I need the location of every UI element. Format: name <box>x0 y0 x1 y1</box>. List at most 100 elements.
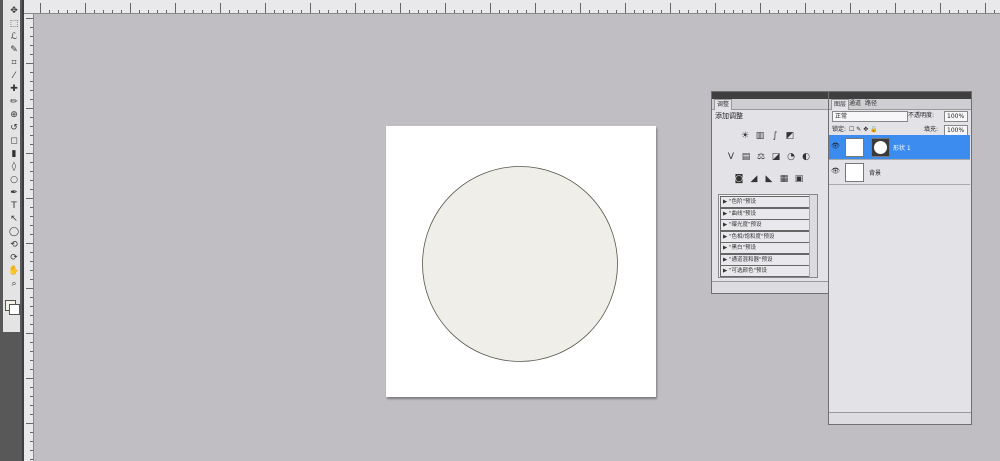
ruler-tick <box>30 180 33 181</box>
move-icon[interactable]: ✥ <box>7 4 21 17</box>
adjustment-icon[interactable]: ▤ <box>740 151 752 163</box>
tab-adjustments[interactable]: 调整 <box>714 99 733 110</box>
horizontal-ruler <box>0 0 1000 14</box>
ruler-tick <box>30 81 33 82</box>
lock-icons[interactable]: ☐ ✎ ✥ 🔒 <box>849 125 878 134</box>
marquee-icon[interactable]: ⬚ <box>7 17 21 30</box>
adjustment-icon[interactable]: ◐ <box>800 151 812 163</box>
ruler-tick <box>868 10 869 13</box>
layer-row[interactable]: 👁 形状 1 <box>829 135 970 160</box>
ruler-tick <box>463 10 464 13</box>
adjustment-presets-list: ▶ "色阶"预设 ▶ "曲线"预设 ▶ "曝光度"预设 ▶ "色相/饱和度"预设 ▶ "… <box>718 194 818 278</box>
visibility-eye-icon[interactable]: 👁 <box>831 167 840 175</box>
healing-icon[interactable]: ✚ <box>7 82 21 95</box>
ruler-tick <box>26 18 33 19</box>
adjustment-icon[interactable]: ▣ <box>793 173 805 185</box>
adjustment-icon[interactable]: ▦ <box>778 173 790 185</box>
visibility-eye-icon[interactable]: 👁 <box>831 142 840 150</box>
stamp-icon[interactable]: ⊕ <box>7 108 21 121</box>
ruler-tick <box>30 117 33 118</box>
preset-item[interactable]: ▶ "通道混和器"预设 <box>720 253 813 266</box>
add-adjustment-title: 添加调整 <box>715 112 743 120</box>
ruler-tick <box>247 10 248 13</box>
3d-orbit-icon[interactable]: ⟳ <box>7 251 21 264</box>
ruler-tick <box>274 10 275 13</box>
preset-item[interactable]: ▶ "黑白"预设 <box>720 242 813 254</box>
path-select-icon[interactable]: ↖ <box>7 212 21 225</box>
ruler-tick <box>805 3 806 13</box>
eyedropper-icon[interactable]: ⁄ <box>7 69 21 82</box>
ruler-tick <box>301 10 302 13</box>
opacity-field[interactable]: 100% <box>944 111 968 122</box>
ruler-tick <box>517 10 518 13</box>
preset-item[interactable]: ▶ "曲线"预设 <box>720 207 813 220</box>
adjustment-icon[interactable]: ◩ <box>784 130 796 142</box>
quick-select-icon[interactable]: ✎ <box>7 43 21 56</box>
presets-scrollbar[interactable] <box>809 195 817 277</box>
ruler-tick <box>30 279 33 280</box>
ruler-tick <box>760 3 761 13</box>
adjustment-icon[interactable]: ◢ <box>748 173 760 185</box>
layers-tab[interactable]: 路径 <box>863 99 879 109</box>
eraser-icon[interactable]: ◻ <box>7 134 21 147</box>
preset-item[interactable]: ▶ "色相/饱和度"预设 <box>720 230 813 243</box>
ruler-tick <box>30 234 33 235</box>
ruler-tick <box>643 10 644 13</box>
preset-item[interactable]: ▶ "可选颜色"预设 <box>720 265 813 277</box>
history-brush-icon[interactable]: ↺ <box>7 121 21 134</box>
panel-title-bar[interactable] <box>829 92 971 99</box>
layer-thumbnail <box>845 163 864 182</box>
ruler-tick <box>26 243 33 244</box>
adjustment-icon[interactable]: ☀ <box>739 130 751 142</box>
gradient-icon[interactable]: ▮ <box>7 147 21 160</box>
opacity-label: 不透明度: <box>908 112 935 119</box>
adjustment-icon[interactable]: ◣ <box>763 173 775 185</box>
layers-tab[interactable]: 通道 <box>847 99 863 109</box>
ruler-tick <box>220 3 221 13</box>
background-color-swatch[interactable] <box>9 304 20 315</box>
blend-mode-select[interactable]: 正常 <box>832 111 908 122</box>
ruler-tick <box>850 3 851 13</box>
ruler-tick <box>652 10 653 13</box>
ruler-tick <box>616 10 617 13</box>
hand-icon[interactable]: ✋ <box>7 264 21 277</box>
ruler-tick <box>310 3 311 13</box>
dodge-icon[interactable]: ○ <box>7 173 21 186</box>
blur-icon[interactable]: ◊ <box>7 160 21 173</box>
zoom-icon[interactable]: ⌕ <box>7 277 21 290</box>
adjustment-icon[interactable]: ◔ <box>785 151 797 163</box>
ruler-tick <box>30 144 33 145</box>
ruler-tick <box>30 171 33 172</box>
preset-item[interactable]: ▶ "色阶"预设 <box>720 196 813 208</box>
ruler-tick <box>30 90 33 91</box>
ruler-tick <box>769 10 770 13</box>
type-icon[interactable]: T <box>7 199 21 212</box>
ruler-tick <box>886 10 887 13</box>
ruler-tick <box>121 10 122 13</box>
ruler-tick <box>157 10 158 13</box>
preset-item[interactable]: ▶ "曝光度"预设 <box>720 219 813 231</box>
3d-rotate-icon[interactable]: ⟲ <box>7 238 21 251</box>
adjustment-icon[interactable]: V <box>725 151 737 163</box>
crop-icon[interactable]: ⌗ <box>7 56 21 69</box>
layer-row[interactable]: 👁 背景 <box>829 160 970 185</box>
shape-icon[interactable]: ◯ <box>7 225 21 238</box>
ruler-tick <box>30 45 33 46</box>
adjustment-icon[interactable]: ⚖ <box>755 151 767 163</box>
brush-icon[interactable]: ✏ <box>7 95 21 108</box>
tools-panel: ✥ ⬚ ℒ ✎ ⌗ ⁄ ✚ ✏ ⊕ ↺ ◻ ▮ ◊ ○ ✒ T ↖ ◯ ⟲ ⟳ ✋ ⌕ <box>0 0 24 461</box>
adjustment-icon[interactable]: ▥ <box>754 130 766 142</box>
adjustment-icon[interactable]: ◙ <box>733 173 745 185</box>
ruler-tick <box>30 441 33 442</box>
panel-title-bar[interactable] <box>712 92 828 99</box>
document-canvas[interactable] <box>386 126 656 397</box>
adjustment-icon[interactable]: ∫ <box>769 130 781 142</box>
ruler-tick <box>202 10 203 13</box>
ruler-tick <box>733 10 734 13</box>
ruler-tick <box>958 10 959 13</box>
lasso-icon[interactable]: ℒ <box>7 30 21 43</box>
ruler-tick <box>373 10 374 13</box>
adjustment-icon[interactable]: ◪ <box>770 151 782 163</box>
pen-icon[interactable]: ✒ <box>7 186 21 199</box>
ruler-tick <box>382 10 383 13</box>
